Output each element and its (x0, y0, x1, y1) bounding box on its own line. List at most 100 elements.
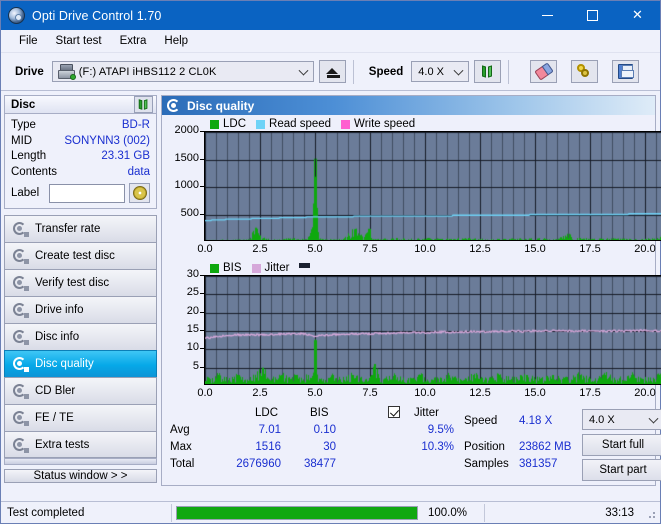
jitter-checkbox[interactable] (388, 406, 400, 419)
window-title: Opti Drive Control 1.70 (32, 8, 162, 23)
start-full-button[interactable]: Start full (582, 434, 661, 456)
disc-info-row-length: Length 23.31 GB (11, 149, 150, 165)
disc-label-input[interactable] (49, 183, 125, 203)
stats-right-panel: Speed 4.18 X Position 23862 MB Samples 3… (462, 407, 661, 485)
stats-position-label: Position (464, 441, 505, 453)
legend-swatch-read-speed (256, 119, 266, 129)
main-area: Disc Type BD-R MID SONYNN3 (002) Length … (1, 91, 661, 486)
menu-item-extra[interactable]: Extra (111, 33, 156, 49)
stats-header-bis: BIS (310, 407, 329, 419)
menu-item-help[interactable]: Help (155, 33, 197, 49)
chart-bis-jitter-plot[interactable] (204, 275, 661, 385)
disc-info-row-contents: Contents data (11, 165, 150, 181)
x-axis-tick-label: 5.0 (307, 387, 323, 399)
sidebar-item-transfer-rate[interactable]: Transfer rate (4, 215, 157, 242)
nav-list: Transfer rate Create test disc Verify te… (4, 215, 157, 458)
stats-avg-bis: 0.10 (313, 424, 336, 436)
y-axis-tick-label: 1000 (174, 179, 199, 191)
jitter-label: Jitter (414, 407, 439, 419)
chart2-legend: BIS Jitter (162, 261, 655, 275)
disc-refresh-button[interactable] (134, 96, 153, 113)
legend-item-ldc: LDC (210, 118, 246, 130)
y-axis-tick (200, 348, 204, 350)
content-title: Disc quality (187, 98, 255, 113)
chart-ldc-canvas (205, 132, 661, 240)
legend-swatch-extra (299, 262, 311, 268)
status-message: Test completed (7, 506, 85, 519)
resize-grip[interactable] (645, 508, 657, 520)
refresh-button[interactable] (474, 60, 502, 83)
x-axis-tick-label: 0.0 (197, 387, 213, 399)
legend-item-bis: BIS (210, 262, 242, 274)
legend-label-bis: BIS (223, 262, 242, 274)
sidebar-item-disc-info[interactable]: Disc info (4, 323, 157, 350)
y-axis-tick (200, 275, 204, 276)
legend-swatch-ldc (210, 119, 219, 129)
chevron-down-icon (453, 65, 464, 76)
sidebar-item-label: FE / TE (35, 412, 74, 424)
test-speed-select[interactable]: 4.0 X (582, 409, 661, 430)
erase-button[interactable] (530, 60, 558, 83)
drive-select-value: (F:) ATAPI iHBS112 2 CL0K (78, 65, 217, 78)
sidebar-item-disc-quality[interactable]: Disc quality (4, 350, 157, 377)
sidebar-item-cd-bler[interactable]: CD Bler (4, 377, 157, 404)
drive-select[interactable]: (F:) ATAPI iHBS112 2 CL0K (51, 61, 314, 82)
legend-swatch-jitter (251, 263, 261, 273)
minimize-button[interactable] (525, 1, 570, 30)
sidebar-item-create-test-disc[interactable]: Create test disc (4, 242, 157, 269)
speed-select-value: 4.0 X (418, 65, 444, 78)
x-axis-tick-label: 17.5 (579, 387, 601, 399)
stats-header-ldc: LDC (255, 407, 279, 419)
x-axis-tick-label: 7.5 (362, 387, 378, 399)
content-panel: Disc quality LDC Read speed Write speed … (161, 95, 661, 486)
legend-item-write-speed: Write speed (341, 118, 415, 130)
sidebar-item-label: CD Bler (35, 385, 76, 397)
test-speed-select-value: 4.0 X (589, 413, 615, 426)
chart-ldc-plot[interactable] (204, 131, 661, 241)
disc-mid-value: SONYNN3 (002) (64, 134, 150, 147)
x-axis-tick-label: 7.5 (362, 243, 378, 255)
legend-item-jitter: Jitter (251, 262, 289, 274)
sidebar-item-extra-tests[interactable]: Extra tests (4, 431, 157, 458)
disc-icon (12, 303, 29, 318)
sidebar-item-verify-test-disc[interactable]: Verify test disc (4, 269, 157, 296)
chart-bis-jitter[interactable]: 510152025304%8%12%16%20%0.02.55.07.510.0… (162, 268, 661, 403)
save-button[interactable] (612, 60, 640, 83)
disc-icon (12, 384, 29, 399)
sidebar-item-drive-info[interactable]: Drive info (4, 296, 157, 323)
title-bar: Opti Drive Control 1.70 ✕ (1, 1, 660, 30)
y-axis-tick (200, 186, 204, 187)
stats-samples-label: Samples (464, 458, 509, 470)
chart-ldc[interactable]: 5001000150020002 X4 X6 X8 X10 X12 X14 X1… (162, 124, 661, 259)
sidebar-grip[interactable] (4, 458, 157, 465)
sidebar-item-label: Transfer rate (35, 223, 101, 235)
application-window: Opti Drive Control 1.70 ✕ File Start tes… (0, 0, 661, 524)
stats-total-bis: 38477 (304, 458, 336, 470)
eraser-icon (534, 62, 554, 81)
menu-item-start-test[interactable]: Start test (47, 33, 111, 49)
x-axis-tick-label: 5.0 (307, 243, 323, 255)
close-button[interactable]: ✕ (615, 1, 660, 30)
menu-item-file[interactable]: File (10, 33, 47, 49)
sidebar-item-label: Disc info (35, 331, 80, 343)
x-axis-tick-label: 0.0 (197, 243, 213, 255)
y-axis-tick-label: 2000 (174, 124, 199, 136)
y-axis-tick (200, 213, 204, 215)
y-axis-tick (200, 366, 204, 368)
start-part-button[interactable]: Start part (582, 459, 661, 481)
sidebar-item-fe-te[interactable]: FE / TE (4, 404, 157, 431)
disc-type-value: BD-R (121, 119, 150, 131)
stats-total-ldc: 2676960 (236, 458, 281, 470)
keys-button[interactable] (571, 60, 599, 83)
y-axis-tick-label: 25 (186, 286, 199, 299)
eject-button[interactable] (318, 60, 346, 83)
status-window-button[interactable]: Status window > > (4, 469, 157, 483)
speed-select[interactable]: 4.0 X (411, 61, 470, 82)
maximize-button[interactable] (570, 1, 615, 30)
disc-panel-header: Disc (4, 95, 157, 114)
progress-bar (172, 502, 422, 524)
stats-row-total-label: Total (170, 458, 195, 470)
disc-label-button[interactable] (129, 183, 150, 203)
x-axis-tick-label: 17.5 (579, 243, 601, 255)
disc-icon (12, 330, 29, 345)
